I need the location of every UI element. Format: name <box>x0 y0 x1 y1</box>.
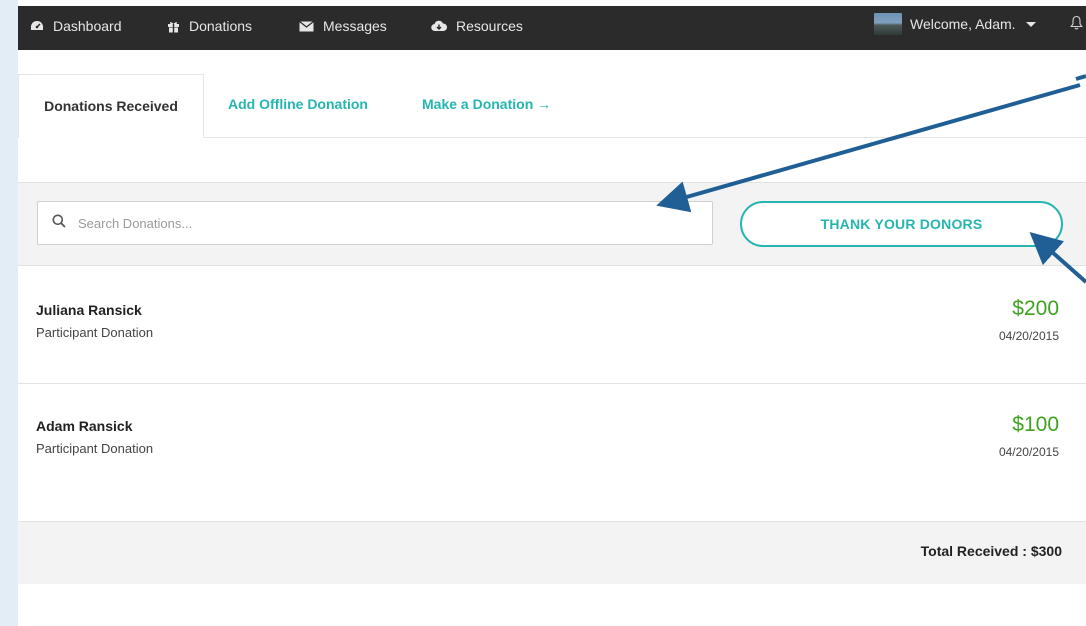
tab-make-a-donation[interactable]: Make a Donation → <box>422 96 551 112</box>
bell-icon[interactable] <box>1070 15 1083 33</box>
tab-add-offline-donation[interactable]: Add Offline Donation <box>228 96 368 112</box>
chevron-down-icon <box>1025 21 1036 27</box>
nav-donations[interactable]: Donations <box>167 18 252 34</box>
app-frame: Dashboard Donations Messages Resources W… <box>18 0 1086 626</box>
dashboard-icon <box>30 20 44 32</box>
nav-dashboard[interactable]: Dashboard <box>30 18 122 34</box>
thank-your-donors-button[interactable]: THANK YOUR DONORS <box>740 201 1063 247</box>
envelope-icon <box>299 20 314 32</box>
donation-row[interactable]: Juliana Ransick Participant Donation $20… <box>18 267 1086 383</box>
donation-amount: $100 <box>1012 413 1059 436</box>
cloud-download-icon <box>431 20 447 32</box>
donation-type: Participant Donation <box>36 441 154 456</box>
nav-resources[interactable]: Resources <box>431 18 523 34</box>
search-field[interactable] <box>37 201 713 245</box>
nav-resources-label: Resources <box>456 18 523 34</box>
donation-row[interactable]: Adam Ransick Participant Donation $100 0… <box>18 384 1086 500</box>
search-icon <box>52 214 66 233</box>
top-navbar: Dashboard Donations Messages Resources W… <box>18 0 1086 50</box>
search-input[interactable] <box>78 215 678 231</box>
welcome-text: Welcome, Adam. <box>910 16 1016 32</box>
nav-dashboard-label: Dashboard <box>53 18 122 34</box>
nav-messages-label: Messages <box>323 18 387 34</box>
donor-name: Adam Ransick <box>36 418 133 434</box>
nav-messages[interactable]: Messages <box>299 18 387 34</box>
user-menu[interactable]: Welcome, Adam. <box>874 13 1036 35</box>
top-stripe <box>18 0 1086 6</box>
total-received: Total Received : $300 <box>920 543 1062 559</box>
donation-date: 04/20/2015 <box>998 329 1059 343</box>
donation-date: 04/20/2015 <box>998 445 1059 459</box>
donor-name: Juliana Ransick <box>36 302 142 318</box>
total-footer: Total Received : $300 <box>18 521 1086 584</box>
donation-amount: $200 <box>1012 297 1059 320</box>
donation-type: Participant Donation <box>36 325 154 340</box>
nav-donations-label: Donations <box>189 18 253 34</box>
search-toolbar: THANK YOUR DONORS <box>18 182 1086 266</box>
gift-icon <box>167 20 180 33</box>
tab-donations-received[interactable]: Donations Received <box>18 74 204 138</box>
avatar <box>874 13 902 35</box>
